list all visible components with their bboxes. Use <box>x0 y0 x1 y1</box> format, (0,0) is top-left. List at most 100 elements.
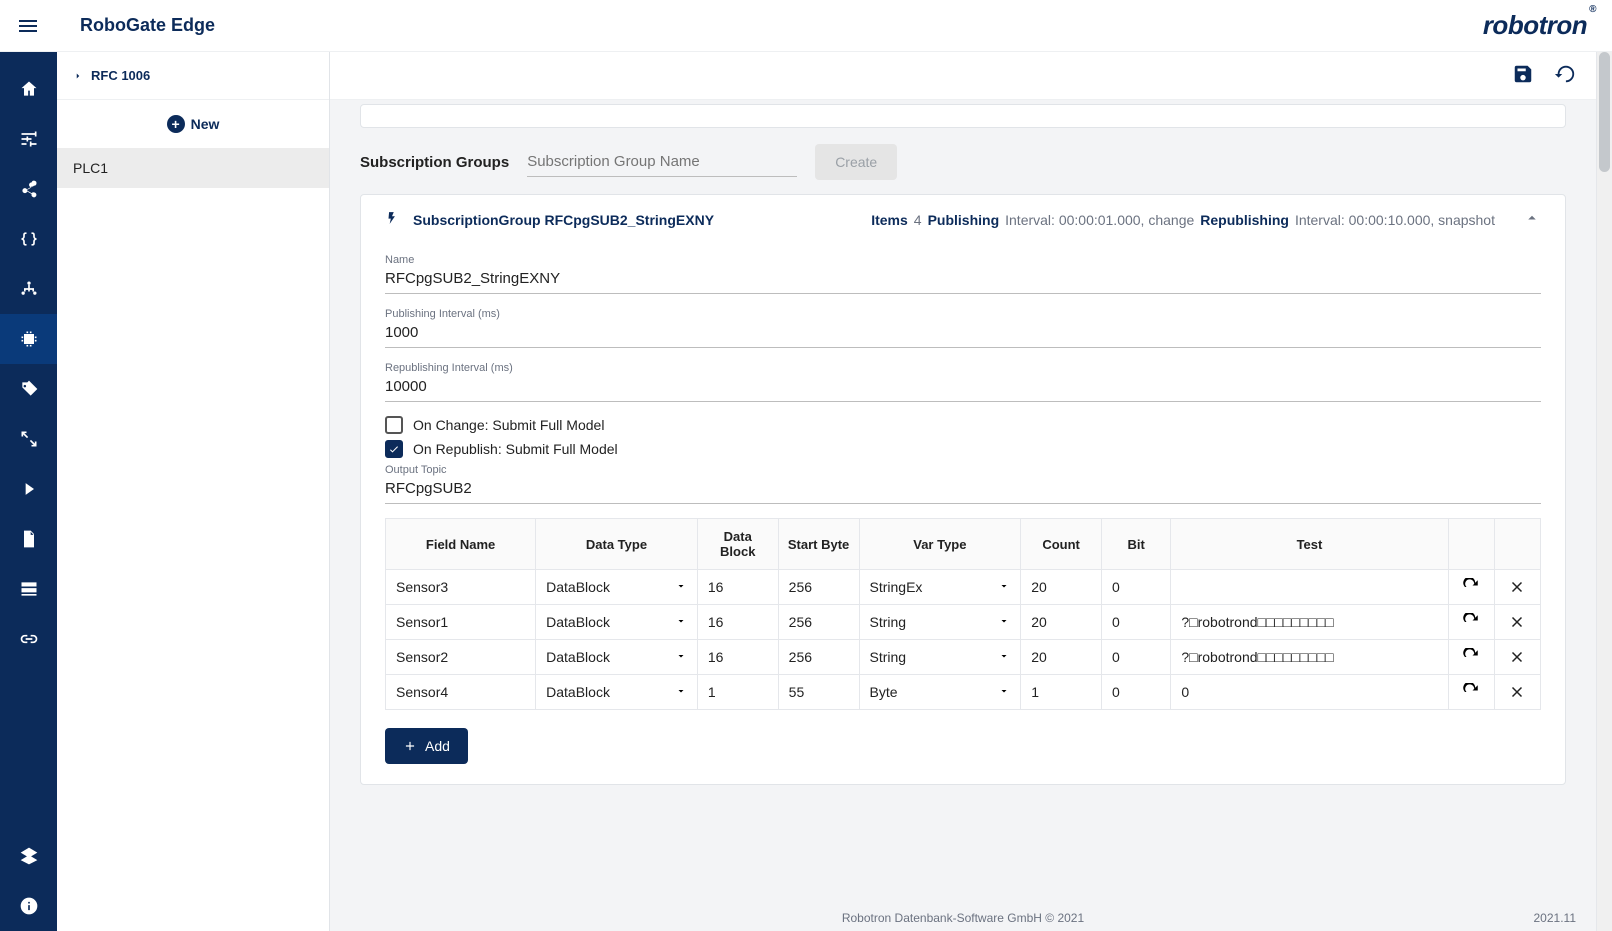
onchange-row[interactable]: On Change: Submit Full Model <box>385 416 1541 434</box>
nav-file-icon[interactable] <box>0 514 57 564</box>
nav-share-icon[interactable] <box>0 164 57 214</box>
nav-layers-icon[interactable] <box>0 831 57 881</box>
cell-fieldname[interactable]: Sensor2 <box>386 640 536 675</box>
chevron-up-icon[interactable] <box>1523 209 1541 230</box>
cell-vartype[interactable]: String <box>859 640 1021 675</box>
nav-collapse-icon[interactable] <box>0 414 57 464</box>
cell-refresh[interactable] <box>1448 570 1494 605</box>
hamburger-icon[interactable] <box>16 14 40 38</box>
device-item[interactable]: PLC1 <box>57 148 329 188</box>
save-icon[interactable] <box>1512 63 1534 88</box>
create-button[interactable]: Create <box>815 144 897 180</box>
sg-section-label: Subscription Groups <box>360 154 509 171</box>
add-button[interactable]: Add <box>385 728 468 764</box>
main-scroll[interactable]: Subscription Groups Create SubscriptionG… <box>330 100 1596 905</box>
cell-datatype[interactable]: DataBlock <box>536 640 698 675</box>
cell-datatype[interactable]: DataBlock <box>536 605 698 640</box>
cell-delete[interactable] <box>1494 605 1540 640</box>
topic-field-input[interactable] <box>385 476 1541 504</box>
repubint-field-input[interactable] <box>385 374 1541 402</box>
nav-gt-icon[interactable] <box>0 464 57 514</box>
nav-tag-icon[interactable] <box>0 364 57 414</box>
nav-home-icon[interactable] <box>0 64 57 114</box>
cell-startbyte[interactable]: 256 <box>778 605 859 640</box>
nav-stack-icon[interactable] <box>0 564 57 614</box>
chevron-down-icon <box>675 649 687 665</box>
cell-startbyte[interactable]: 256 <box>778 640 859 675</box>
meta-repub-label: Republishing <box>1200 212 1289 228</box>
th-startbyte: Start Byte <box>778 519 859 570</box>
onrepub-row[interactable]: On Republish: Submit Full Model <box>385 440 1541 458</box>
chevron-down-icon <box>675 579 687 595</box>
chevron-right-icon <box>73 68 83 84</box>
onrepub-label: On Republish: Submit Full Model <box>413 441 618 457</box>
footer: Robotron Datenbank-Software GmbH © 2021 … <box>330 905 1596 931</box>
new-device-button[interactable]: + New <box>57 100 329 148</box>
cell-bit[interactable]: 0 <box>1102 605 1171 640</box>
cell-datablock[interactable]: 1 <box>697 675 778 710</box>
cell-vartype[interactable]: StringEx <box>859 570 1021 605</box>
cell-bit[interactable]: 0 <box>1102 570 1171 605</box>
cell-count[interactable]: 20 <box>1021 640 1102 675</box>
nav-link-icon[interactable] <box>0 614 57 664</box>
onrepub-checkbox[interactable] <box>385 440 403 458</box>
nav-chip-icon[interactable] <box>0 314 57 364</box>
th-refresh <box>1448 519 1494 570</box>
cell-count[interactable]: 20 <box>1021 605 1102 640</box>
table-row: Sensor4DataBlock155Byte100 <box>386 675 1541 710</box>
breadcrumb[interactable]: RFC 1006 <box>57 52 329 100</box>
refresh-icon[interactable] <box>1459 648 1484 666</box>
cell-delete[interactable] <box>1494 640 1540 675</box>
restore-icon[interactable] <box>1554 63 1576 88</box>
cell-count[interactable]: 20 <box>1021 570 1102 605</box>
footer-copyright: Robotron Datenbank-Software GmbH © 2021 <box>842 911 1084 925</box>
cell-fieldname[interactable]: Sensor1 <box>386 605 536 640</box>
cell-refresh[interactable] <box>1448 640 1494 675</box>
nav-cluster-icon[interactable] <box>0 264 57 314</box>
cell-fieldname[interactable]: Sensor4 <box>386 675 536 710</box>
refresh-icon[interactable] <box>1459 613 1484 631</box>
cell-fieldname[interactable]: Sensor3 <box>386 570 536 605</box>
cell-startbyte[interactable]: 55 <box>778 675 859 710</box>
nav-braces-icon[interactable] <box>0 214 57 264</box>
close-icon[interactable] <box>1505 613 1530 631</box>
chevron-down-icon <box>998 579 1010 595</box>
cell-datatype[interactable]: DataBlock <box>536 570 698 605</box>
th-test: Test <box>1171 519 1448 570</box>
cell-datablock[interactable]: 16 <box>697 570 778 605</box>
cell-vartype[interactable]: String <box>859 605 1021 640</box>
cell-vartype[interactable]: Byte <box>859 675 1021 710</box>
cell-bit[interactable]: 0 <box>1102 640 1171 675</box>
sg-name-input[interactable] <box>527 147 797 177</box>
topic-field: Output Topic <box>385 464 1541 504</box>
nav-tune-icon[interactable] <box>0 114 57 164</box>
card-header[interactable]: SubscriptionGroup RFCpgSUB2_StringEXNY I… <box>361 195 1565 244</box>
cell-startbyte[interactable]: 256 <box>778 570 859 605</box>
brand-registered: ® <box>1589 4 1596 15</box>
close-icon[interactable] <box>1505 648 1530 666</box>
name-field: Name <box>385 254 1541 294</box>
scrollbar-thumb[interactable] <box>1599 52 1610 172</box>
card-body: Name Publishing Interval (ms) Republishi… <box>361 244 1565 784</box>
cell-refresh[interactable] <box>1448 675 1494 710</box>
scrollbar[interactable] <box>1596 52 1612 931</box>
cell-datatype[interactable]: DataBlock <box>536 675 698 710</box>
cell-refresh[interactable] <box>1448 605 1494 640</box>
card-title-prefix: SubscriptionGroup <box>413 212 541 228</box>
chevron-down-icon <box>998 614 1010 630</box>
cell-delete[interactable] <box>1494 570 1540 605</box>
pubint-field-input[interactable] <box>385 320 1541 348</box>
name-field-input[interactable] <box>385 266 1541 294</box>
close-icon[interactable] <box>1505 683 1530 701</box>
cell-datablock[interactable]: 16 <box>697 640 778 675</box>
cell-bit[interactable]: 0 <box>1102 675 1171 710</box>
nav-info-icon[interactable] <box>0 881 57 931</box>
refresh-icon[interactable] <box>1459 683 1484 701</box>
onchange-checkbox[interactable] <box>385 416 403 434</box>
repubint-field-label: Republishing Interval (ms) <box>385 362 1541 374</box>
cell-delete[interactable] <box>1494 675 1540 710</box>
cell-count[interactable]: 1 <box>1021 675 1102 710</box>
cell-datablock[interactable]: 16 <box>697 605 778 640</box>
refresh-icon[interactable] <box>1459 578 1484 596</box>
close-icon[interactable] <box>1505 578 1530 596</box>
